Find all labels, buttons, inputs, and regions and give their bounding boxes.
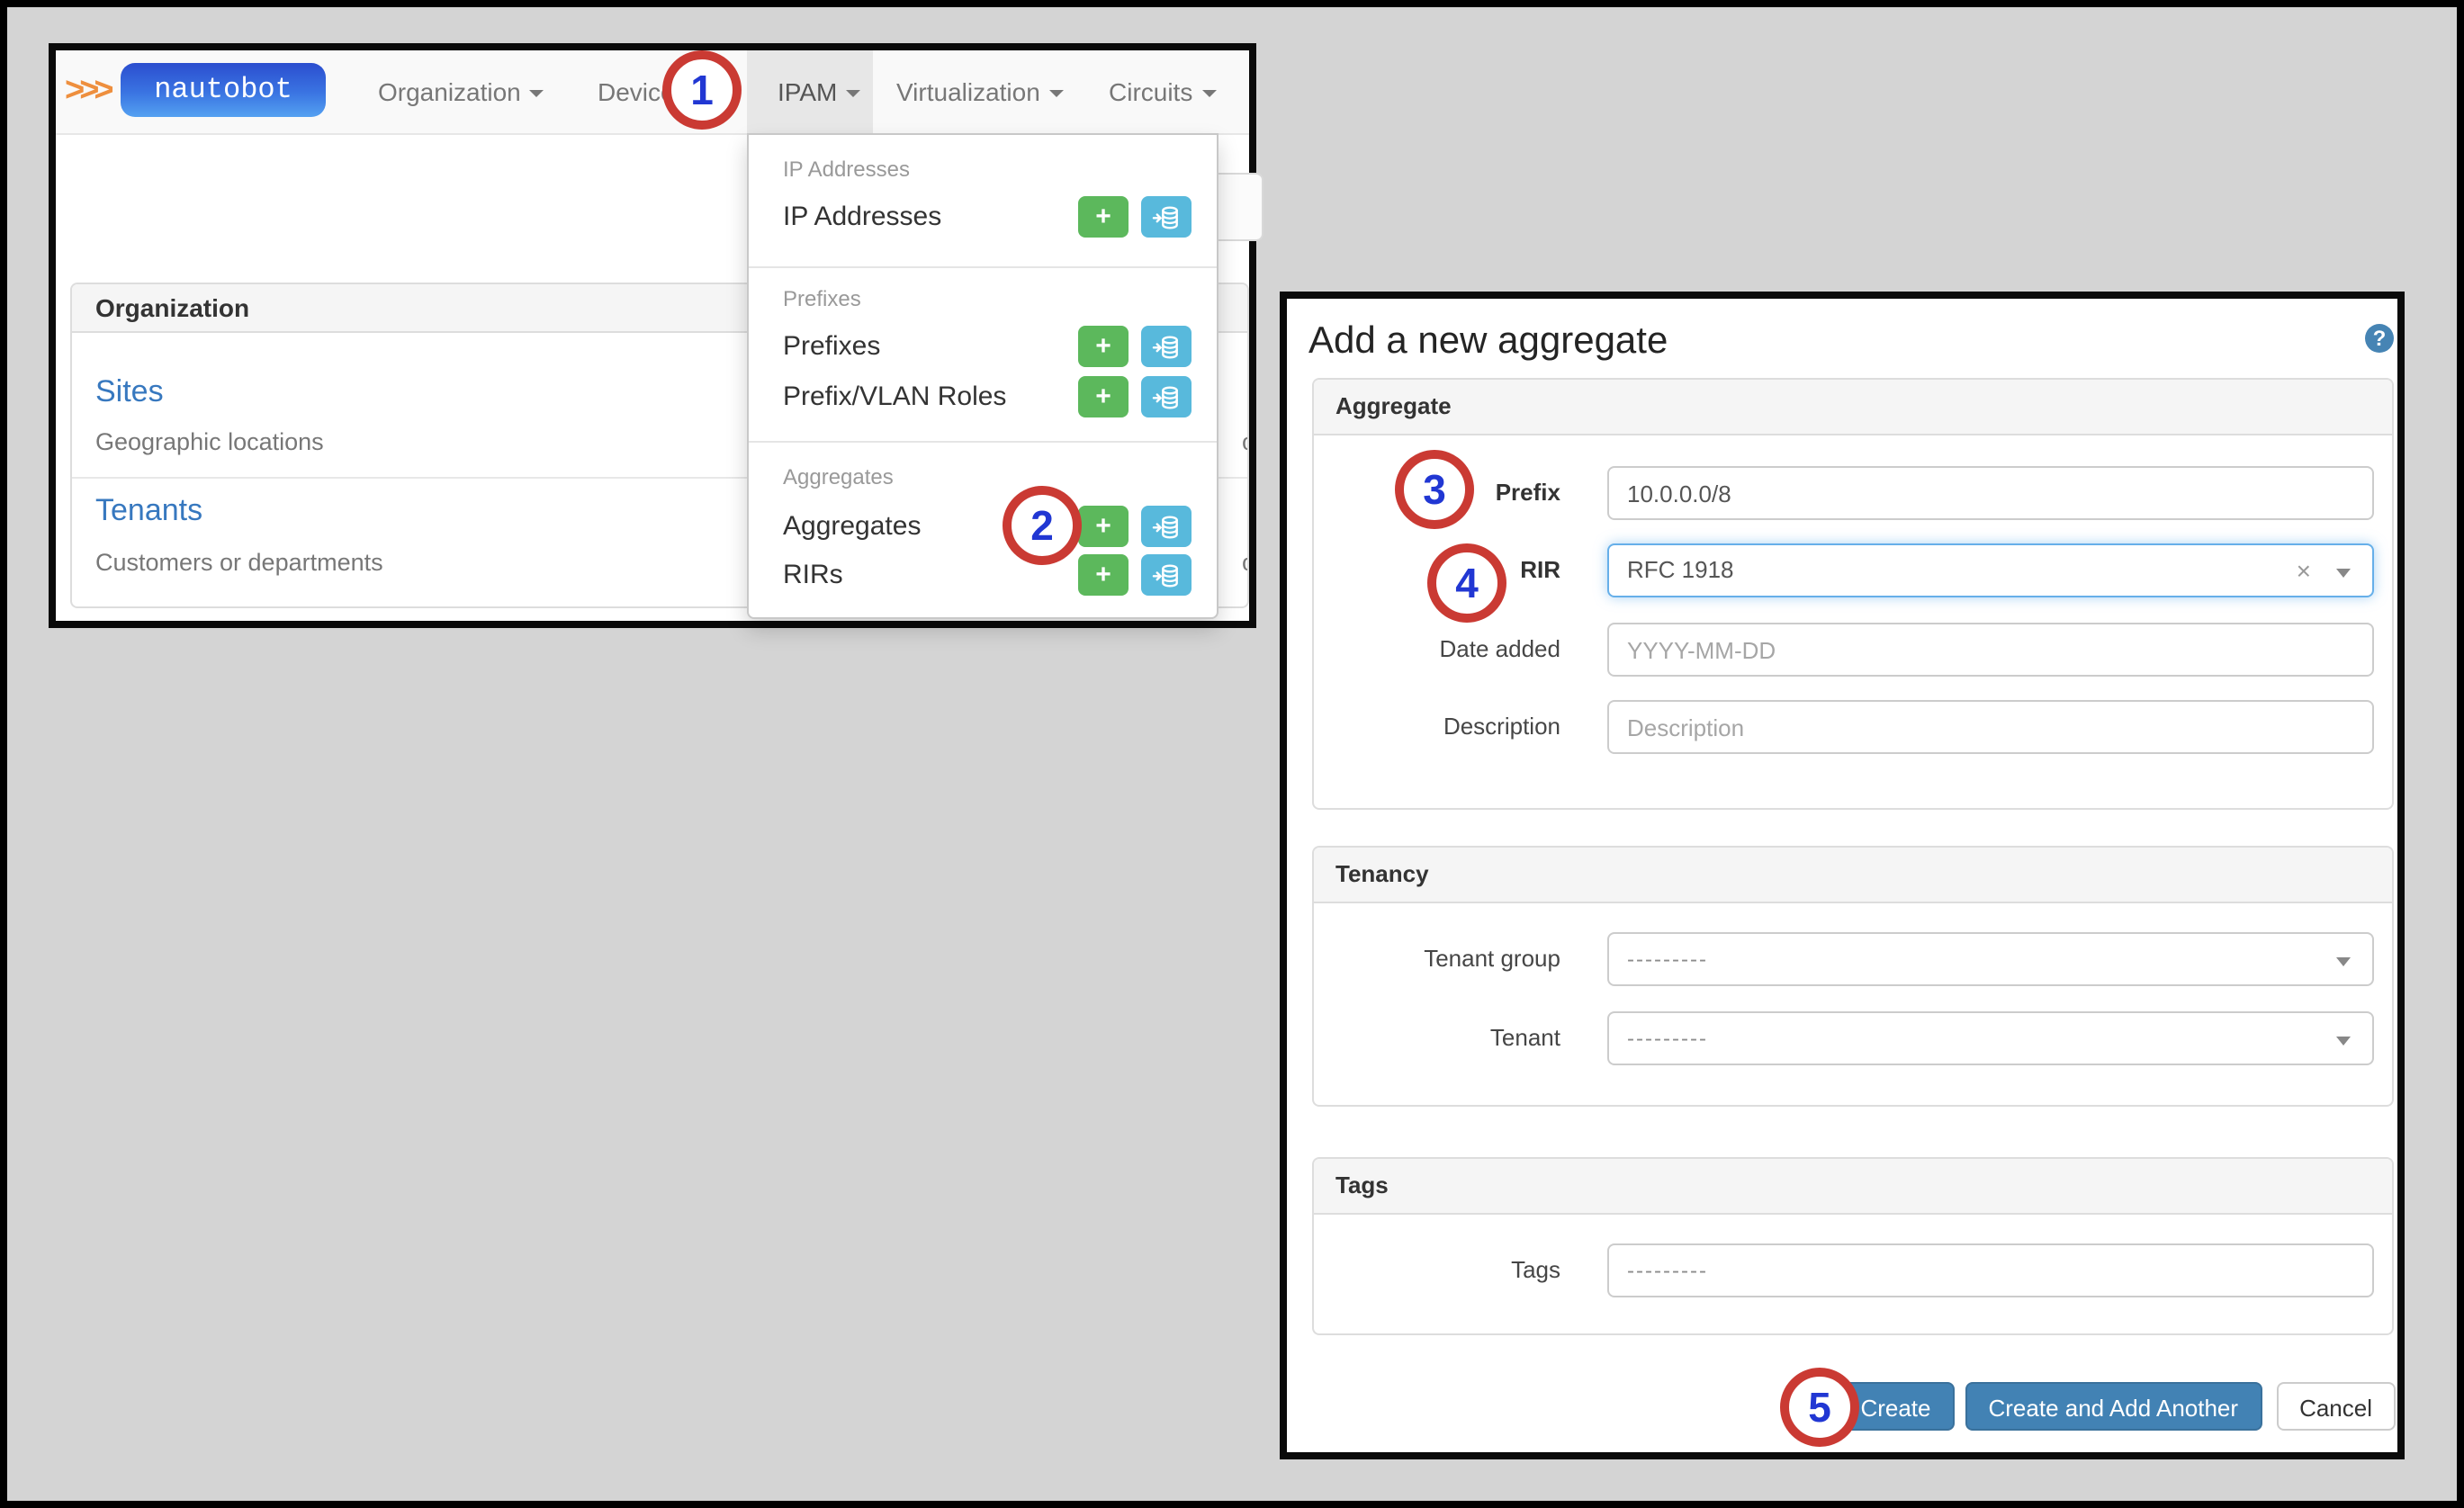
plus-icon: + [1095,202,1111,232]
database-import-icon [1152,385,1178,408]
truncated-text-fragment: or [1242,428,1247,455]
step-badge-3: 3 [1395,450,1474,529]
menu-divider [749,441,1217,443]
plus-icon: + [1095,560,1111,590]
tenant-group-selected-value: --------- [1627,947,1708,972]
add-button[interactable]: + [1078,376,1129,417]
import-button[interactable] [1141,554,1192,596]
tenancy-section-title: Tenancy [1314,848,2392,903]
sites-description: Geographic locations [95,428,324,455]
import-button[interactable] [1141,196,1192,238]
tenants-description: Customers or departments [95,549,383,576]
truncated-text-fragment: on [1242,549,1247,576]
help-icon[interactable]: ? [2365,324,2394,353]
clear-selection-icon[interactable]: × [2297,545,2311,596]
nautobot-navbar: >>> nautobot Organization Devices IPAM V… [56,50,1249,135]
database-import-icon [1152,205,1178,229]
tags-section: Tags Tags --------- [1312,1157,2394,1335]
add-aggregate-button[interactable]: + [1078,506,1129,547]
nav-item-organization[interactable]: Organization [378,50,544,133]
import-button[interactable] [1141,376,1192,417]
step-badge-5: 5 [1780,1368,1859,1447]
menu-item-aggregates[interactable]: Aggregates + [783,502,1217,551]
menu-item-rirs[interactable]: RIRs + [783,551,1217,599]
prefix-field[interactable] [1607,466,2374,520]
add-button[interactable]: + [1078,326,1129,367]
import-button[interactable] [1141,326,1192,367]
menu-item-prefixes[interactable]: Prefixes + [783,322,1217,371]
menu-divider [749,266,1217,268]
nautobot-logo[interactable]: nautobot [121,63,326,117]
menu-item-prefix-vlan-roles[interactable]: Prefix/VLAN Roles + [783,373,1217,421]
add-button[interactable]: + [1078,196,1129,238]
database-import-icon [1152,515,1178,538]
tenant-group-label: Tenant group [1424,945,1560,972]
tenant-select[interactable]: --------- [1607,1011,2374,1065]
aggregate-section-title: Aggregate [1314,380,2392,435]
add-button[interactable]: + [1078,554,1129,596]
nav-item-virtualization[interactable]: Virtualization [896,50,1064,133]
tenancy-section: Tenancy Tenant group --------- Tenant --… [1312,846,2394,1107]
rir-select[interactable]: RFC 1918 × [1607,543,2374,597]
chevron-down-icon [846,90,861,98]
screenshot-canvas: Organization Sites Geographic locations … [0,0,2464,1508]
plus-icon: + [1095,511,1111,542]
tenant-label: Tenant [1489,1024,1560,1051]
tags-value: --------- [1627,1258,1708,1283]
tags-section-title: Tags [1314,1159,2392,1215]
chevron-down-icon[interactable] [2336,1037,2351,1046]
create-and-add-another-button[interactable]: Create and Add Another [1965,1382,2262,1431]
tags-input[interactable]: --------- [1607,1243,2374,1297]
database-import-icon [1152,563,1178,587]
date-added-label: Date added [1439,635,1560,662]
step-badge-1: 1 [662,50,742,130]
menu-section-header: IP Addresses [783,157,910,182]
plus-icon: + [1095,331,1111,362]
cancel-button[interactable]: Cancel [2276,1382,2396,1431]
page-title: Add a new aggregate [1308,320,1668,362]
menu-section-header: Aggregates [783,464,894,489]
chevron-down-icon[interactable] [2336,957,2351,966]
chevron-down-icon [1201,90,1217,98]
date-added-field[interactable] [1607,623,2374,677]
menu-item-ip-addresses[interactable]: IP Addresses + [783,193,1217,241]
nautobot-chevrons-icon: >>> [65,72,114,110]
nav-item-ipam[interactable]: IPAM [778,50,861,133]
chevron-down-icon[interactable] [2336,569,2351,578]
sites-link[interactable]: Sites [95,374,164,410]
description-label: Description [1443,713,1560,740]
tags-label: Tags [1511,1256,1560,1283]
tenant-selected-value: --------- [1627,1026,1708,1051]
database-import-icon [1152,335,1178,358]
description-field[interactable] [1607,700,2374,754]
step-badge-2: 2 [1003,486,1082,565]
tenants-link[interactable]: Tenants [95,493,202,529]
step-badge-4: 4 [1427,543,1506,623]
ipam-dropdown-menu: IP Addresses IP Addresses + Prefixes Pre… [747,133,1219,619]
chevron-down-icon [529,90,544,98]
tenant-group-select[interactable]: --------- [1607,932,2374,986]
menu-section-header: Prefixes [783,286,861,311]
nav-item-circuits[interactable]: Circuits [1109,50,1217,133]
plus-icon: + [1095,381,1111,412]
rir-selected-value: RFC 1918 [1627,556,1734,583]
import-button[interactable] [1141,506,1192,547]
chevron-down-icon [1048,90,1064,98]
